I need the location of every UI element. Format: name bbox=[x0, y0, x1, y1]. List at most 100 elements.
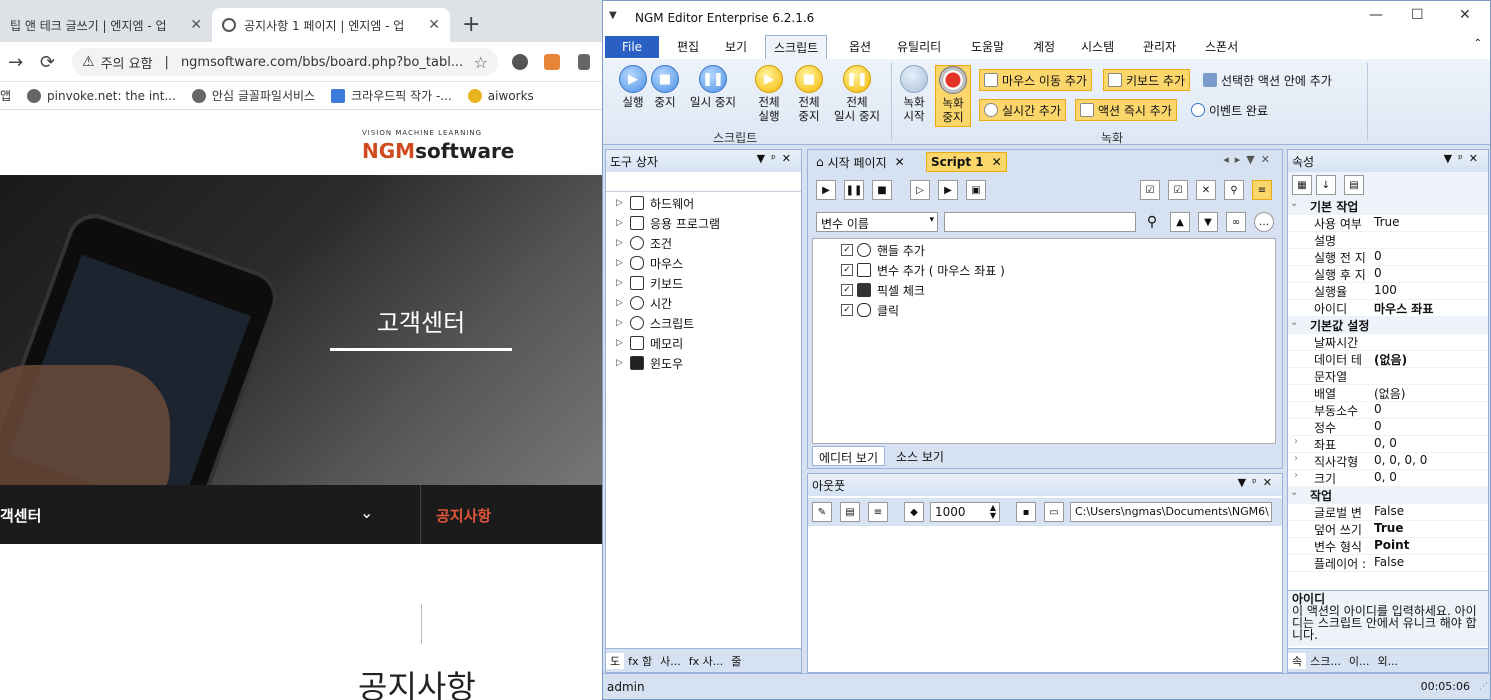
action-item[interactable]: ✓ 변수 추가 ( 마우스 좌표 ) bbox=[841, 261, 1005, 279]
property-row[interactable]: 덮어 쓰기 True bbox=[1288, 521, 1488, 538]
property-row[interactable]: 아이디 마우스 좌표 bbox=[1288, 300, 1488, 317]
close-icon[interactable]: ✕ bbox=[992, 155, 1002, 169]
expand-arrow-icon[interactable]: ▷ bbox=[616, 258, 630, 268]
panel-controls[interactable]: ▼ᵖ✕ bbox=[757, 152, 797, 165]
play-from-icon[interactable]: ▶ bbox=[938, 180, 958, 200]
menu-options[interactable]: 옵션 bbox=[849, 38, 871, 55]
property-row[interactable]: › 직사각형 0, 0, 0, 0 bbox=[1288, 453, 1488, 470]
subnav-notice[interactable]: 공지사항 bbox=[436, 505, 491, 526]
property-pages-icon[interactable]: ▤ bbox=[1344, 175, 1364, 195]
expand-icon[interactable]: › bbox=[1294, 453, 1298, 464]
bookmark-item[interactable]: 크라우드픽 작가 -... bbox=[331, 87, 452, 104]
menu-script[interactable]: 스크립트 bbox=[765, 35, 828, 59]
panel-controls[interactable]: ▼ᵖ✕ bbox=[1238, 476, 1278, 489]
reload-button[interactable]: ⟳ bbox=[40, 52, 55, 73]
browser-tab-1[interactable]: 팁 앤 테크 글쓰기 | 엔지엠 - 업 ✕ bbox=[0, 8, 212, 42]
bookmark-item[interactable]: aiworks bbox=[467, 88, 534, 103]
action-item[interactable]: ✓ 핸들 추가 bbox=[841, 241, 925, 259]
menu-view[interactable]: 보기 bbox=[725, 38, 747, 55]
tree-item-mouse[interactable]: ▷ 마우스 bbox=[616, 254, 683, 272]
line-count-spinner[interactable]: 1000 ▲ ▼ bbox=[930, 502, 1000, 522]
property-value[interactable]: True bbox=[1374, 521, 1403, 535]
expand-arrow-icon[interactable]: ▷ bbox=[616, 338, 630, 348]
minimize-button[interactable]: — bbox=[1369, 7, 1383, 23]
checkbox[interactable]: ✓ bbox=[841, 264, 853, 276]
add-keyboard-button[interactable]: 키보드 추가 bbox=[1103, 69, 1191, 91]
tab-line[interactable]: 줄 bbox=[727, 653, 745, 669]
close-icon[interactable]: ✕ bbox=[895, 155, 905, 169]
arrow-down-icon[interactable]: ▼ bbox=[1198, 212, 1218, 232]
collapse-icon[interactable]: ⌄ bbox=[1290, 317, 1298, 328]
tab-start-page[interactable]: ⌂ 시작 페이지 ✕ bbox=[812, 152, 909, 172]
infinity-icon[interactable]: ∞ bbox=[1226, 212, 1246, 232]
play-selected-icon[interactable]: ▣ bbox=[966, 180, 986, 200]
property-category[interactable]: ⌄ 기본값 설정 bbox=[1288, 317, 1488, 334]
expand-arrow-icon[interactable]: ▷ bbox=[616, 238, 630, 248]
action-item[interactable]: ✓ 클릭 bbox=[841, 301, 899, 319]
expand-arrow-icon[interactable]: ▷ bbox=[616, 298, 630, 308]
tree-item-time[interactable]: ▷ 시간 bbox=[616, 294, 672, 312]
property-value[interactable]: (없음) bbox=[1374, 351, 1407, 368]
list-icon[interactable]: ≡ bbox=[868, 502, 888, 522]
sort-alpha-icon[interactable]: ↓ bbox=[1316, 175, 1336, 195]
tree-item-application[interactable]: ▷ 응용 프로그램 bbox=[616, 214, 720, 232]
expand-arrow-icon[interactable]: ▷ bbox=[616, 358, 630, 368]
checkbox[interactable]: ✓ bbox=[841, 284, 853, 296]
variable-name-select[interactable]: 변수 이름 ▾ bbox=[816, 212, 938, 232]
property-value[interactable]: 0 bbox=[1374, 266, 1382, 280]
pause-icon[interactable]: ❚❚ bbox=[844, 180, 864, 200]
forward-button[interactable]: → bbox=[8, 52, 23, 73]
quick-access-icon[interactable]: ▼ bbox=[609, 10, 617, 21]
property-value[interactable]: (없음) bbox=[1374, 385, 1405, 402]
expand-icon[interactable]: › bbox=[1294, 470, 1298, 481]
menu-admin[interactable]: 관리자 bbox=[1143, 38, 1176, 55]
property-value[interactable]: 0, 0, 0, 0 bbox=[1374, 453, 1427, 467]
site-logo[interactable]: NGMsoftware bbox=[362, 139, 514, 163]
tab-strip-controls[interactable]: ◂▸▼✕ bbox=[1223, 153, 1276, 166]
property-row[interactable]: 설명 bbox=[1288, 232, 1488, 249]
tree-view-icon[interactable]: ≡ bbox=[1252, 180, 1272, 200]
record-stop-button[interactable]: 녹화 중지 bbox=[935, 65, 971, 127]
more-icon[interactable]: … bbox=[1254, 212, 1274, 232]
property-value[interactable]: True bbox=[1374, 215, 1400, 229]
property-row[interactable]: 사용 여부 True bbox=[1288, 215, 1488, 232]
tab-editor-view[interactable]: 에디터 보기 bbox=[812, 446, 886, 466]
bookmark-apps[interactable]: 앱 bbox=[0, 87, 11, 104]
property-value[interactable]: 0, 0 bbox=[1374, 436, 1397, 450]
close-button[interactable]: ✕ bbox=[1459, 7, 1471, 23]
add-realtime-button[interactable]: 실시간 추가 bbox=[979, 99, 1067, 121]
property-row[interactable]: 문자열 bbox=[1288, 368, 1488, 385]
property-row[interactable]: › 좌표 0, 0 bbox=[1288, 436, 1488, 453]
step-play-icon[interactable]: ▷ bbox=[910, 180, 930, 200]
property-row[interactable]: 실행율 100 bbox=[1288, 283, 1488, 300]
property-row[interactable]: 글로벌 변 False bbox=[1288, 504, 1488, 521]
panel-controls[interactable]: ▼ᵖ✕ bbox=[1444, 152, 1484, 165]
pause-all-button[interactable]: ❚❚ 전체 일시 중지 bbox=[825, 65, 889, 123]
collapse-icon[interactable]: ⌄ bbox=[1290, 198, 1298, 209]
tab-source-view[interactable]: 소스 보기 bbox=[890, 446, 950, 466]
property-row[interactable]: 변수 형식 Point bbox=[1288, 538, 1488, 555]
output-log[interactable] bbox=[808, 526, 1282, 672]
property-row[interactable]: 정수 0 bbox=[1288, 419, 1488, 436]
subnav-customer-center[interactable]: 객센터 bbox=[0, 505, 41, 526]
property-row[interactable]: › 크기 0, 0 bbox=[1288, 470, 1488, 487]
event-complete-button[interactable]: 이벤트 완료 bbox=[1187, 99, 1272, 121]
categorized-icon[interactable]: ▦ bbox=[1292, 175, 1312, 195]
property-value[interactable]: Point bbox=[1374, 538, 1409, 552]
search-icon[interactable]: ⚲ bbox=[1224, 180, 1244, 200]
tab-user-functions[interactable]: fx 사... bbox=[685, 653, 728, 669]
tree-item-hardware[interactable]: ▷ 하드웨어 bbox=[616, 194, 694, 212]
property-row[interactable]: 실행 전 지 0 bbox=[1288, 249, 1488, 266]
add-mouse-move-button[interactable]: 마우스 이동 추가 bbox=[979, 69, 1092, 91]
toolbox-search[interactable] bbox=[606, 172, 801, 192]
property-category[interactable]: ⌄ 작업 bbox=[1288, 487, 1488, 504]
property-row[interactable]: 플레이어 : False bbox=[1288, 555, 1488, 572]
save-icon[interactable]: ▪ bbox=[1016, 502, 1036, 522]
bookmark-star-icon[interactable]: ☆ bbox=[474, 53, 488, 72]
expand-icon[interactable]: › bbox=[1294, 436, 1298, 447]
check-icon[interactable]: ☑ bbox=[1168, 180, 1188, 200]
menu-edit[interactable]: 편집 bbox=[677, 38, 699, 55]
property-row[interactable]: 배열 (없음) bbox=[1288, 385, 1488, 402]
stop-icon[interactable]: ■ bbox=[872, 180, 892, 200]
ribbon-collapse-icon[interactable]: ⌃ bbox=[1474, 38, 1482, 49]
